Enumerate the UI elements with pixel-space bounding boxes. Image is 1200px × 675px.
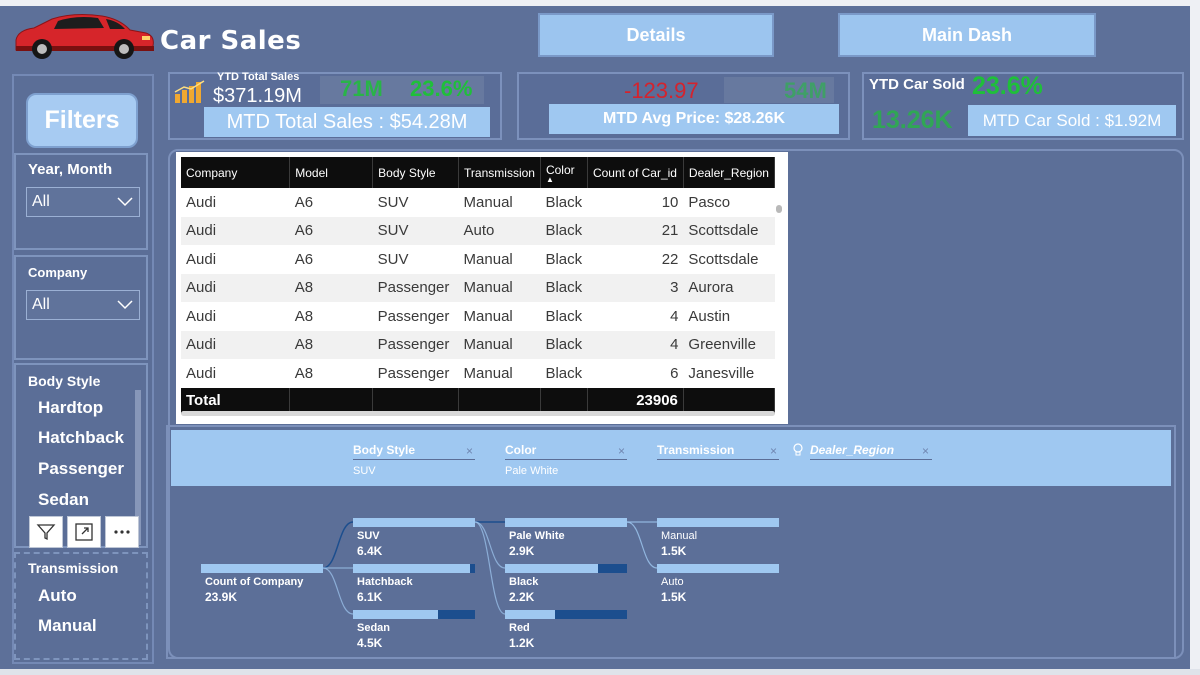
- tree-node-bar-black[interactable]: [505, 564, 627, 573]
- tree-node-bar-sedan[interactable]: [353, 610, 475, 619]
- tree-connectors: [322, 521, 658, 615]
- tree-node-value: 1.5K: [661, 590, 687, 604]
- tree-bar-fill: [505, 564, 598, 573]
- tree-node-bar-auto[interactable]: [657, 564, 779, 573]
- tree-node-label: Manual: [661, 530, 698, 542]
- tree-node-bar-root[interactable]: [201, 564, 323, 573]
- tree-node-bar-red[interactable]: [505, 610, 627, 619]
- tree-bar-fill: [353, 518, 475, 527]
- tree-node-label: Hatchback: [357, 576, 413, 588]
- tree-node-label: Sedan: [357, 622, 391, 634]
- tree-bar-fill: [353, 610, 439, 619]
- tree-node-label: Black: [509, 576, 539, 588]
- tree-node-value: 6.4K: [357, 544, 383, 558]
- tree-node-label: Auto: [661, 576, 684, 588]
- tree-node-bar-hatchback[interactable]: [353, 564, 475, 573]
- tree-bar-fill: [657, 564, 779, 573]
- tree-node-label: Count of Company: [205, 576, 304, 588]
- tree-bar-fill: [201, 564, 323, 573]
- tree-node-value: 23.9K: [205, 590, 238, 604]
- tree-node-bar-suv[interactable]: [353, 518, 475, 527]
- tree-node-value: 2.2K: [509, 590, 535, 604]
- tree-node-value: 1.2K: [509, 636, 535, 650]
- tree-bar-fill: [353, 564, 471, 573]
- tree-node-value: 4.5K: [357, 636, 383, 650]
- tree-node-bar-pale-white[interactable]: [505, 518, 627, 527]
- tree-bar-fill: [505, 610, 556, 619]
- tree-node-label: SUV: [357, 530, 380, 542]
- tree-bar-fill: [657, 518, 779, 527]
- tree-node-label: Pale White: [509, 530, 565, 542]
- tree-node-value: 1.5K: [661, 544, 687, 558]
- tree-node-value: 2.9K: [509, 544, 535, 558]
- tree-bar-fill: [505, 518, 627, 527]
- tree-node-bar-manual[interactable]: [657, 518, 779, 527]
- tree-node-label: Red: [509, 622, 530, 634]
- tree-node-value: 6.1K: [357, 590, 383, 604]
